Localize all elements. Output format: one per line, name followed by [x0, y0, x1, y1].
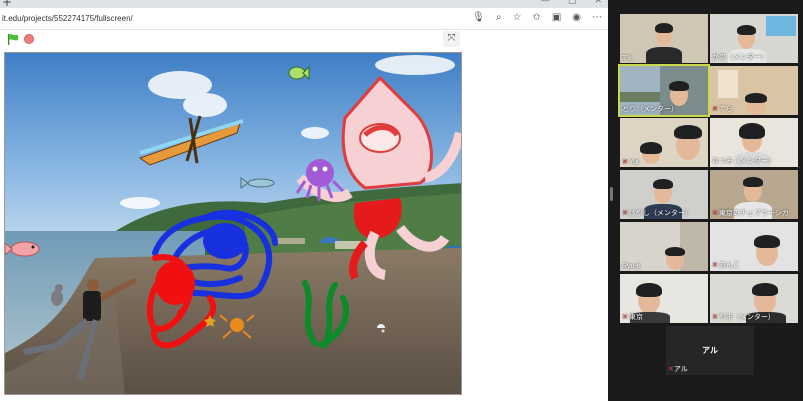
participant-tile[interactable]: ✕東京のチェブラーシカ [710, 170, 798, 219]
participant-name: ✕Yui [622, 159, 639, 166]
mic-muted-icon: ✕ [622, 210, 628, 217]
participant-name: なつみ（メンター） [712, 158, 775, 165]
participant-name: ✕東京 [622, 314, 643, 321]
participant-tile[interactable]: ✕Yui [620, 118, 708, 167]
participant-name: ✕東京のチェブラーシカ [712, 210, 789, 217]
star-add-icon[interactable]: ☆ [512, 12, 521, 23]
mic-muted-icon: ✕ [712, 106, 718, 113]
participant-tile[interactable]: T k [620, 14, 708, 63]
browser-window: + — ▢ ✕ it.edu/projects/552274175/fullsc… [0, 0, 608, 401]
participant-name: ✕アル [668, 366, 688, 373]
gallery-resize-handle[interactable] [610, 187, 613, 201]
participant-tile[interactable]: とり（メンター） [618, 64, 710, 117]
stop-icon[interactable] [24, 34, 34, 44]
small-buoy [381, 329, 385, 333]
address-bar-icons: 🎙 ⌕ ☆ ✩ ▣ ◉ ⋯ [472, 12, 602, 23]
participant-name: Ryu-ji [622, 263, 640, 270]
stage-canvas[interactable] [5, 53, 462, 395]
participant-name: とり（メンター） [622, 106, 678, 113]
participant-name: ✕あんこ [712, 262, 740, 269]
participant-name: ✕てら [712, 106, 733, 113]
participant-tile[interactable]: ✕やま（メンター） [710, 274, 798, 323]
scratch-controls [0, 30, 608, 50]
mic-muted-icon: ✕ [622, 159, 628, 166]
participant-name: ✕はやし（メンター） [622, 210, 692, 217]
url-text[interactable]: it.edu/projects/552274175/fullscreen/ [2, 14, 133, 23]
participant-tile-camera-off[interactable]: アル ✕アル [666, 326, 754, 375]
participant-name: かの（メンター） [712, 54, 768, 61]
maximize-button[interactable]: ▢ [568, 0, 577, 6]
more-icon[interactable]: ⋯ [592, 12, 602, 23]
window-controls: — ▢ ✕ [541, 0, 602, 6]
exit-fullscreen-button[interactable]: ⤧ [443, 31, 460, 47]
scratch-stage[interactable] [4, 52, 462, 395]
profile-icon[interactable]: ◉ [572, 12, 581, 23]
mic-muted-icon: ✕ [712, 262, 718, 269]
mic-muted-icon: ✕ [622, 314, 628, 321]
participant-display-name: アル [702, 346, 718, 355]
search-icon[interactable]: ⌕ [496, 12, 502, 23]
participant-name: ✕やま（メンター） [712, 314, 775, 321]
participant-name: T k [622, 55, 632, 62]
close-button[interactable]: ✕ [594, 0, 602, 6]
participant-tile[interactable]: かの（メンター） [710, 14, 798, 63]
favorites-icon[interactable]: ✩ [532, 12, 540, 23]
address-bar[interactable]: it.edu/projects/552274175/fullscreen/ 🎙 … [0, 8, 608, 30]
participant-tile[interactable]: ✕東京 [620, 274, 708, 323]
minimize-button[interactable]: — [541, 0, 550, 6]
participant-tile[interactable]: ✕てら [710, 66, 798, 115]
mic-icon[interactable]: 🎙 [472, 12, 485, 23]
participant-tile[interactable]: Ryu-ji [620, 222, 708, 271]
participant-tile[interactable]: なつみ（メンター） [710, 118, 798, 167]
tab-strip: + — ▢ ✕ [0, 0, 608, 9]
mic-muted-icon: ✕ [712, 210, 718, 217]
green-flag-icon[interactable] [7, 33, 19, 45]
participant-tile[interactable]: ✕はやし（メンター） [620, 170, 708, 219]
participant-tile[interactable]: ✕あんこ [710, 222, 798, 271]
mic-muted-icon: ✕ [712, 314, 718, 321]
collections-icon[interactable]: ▣ [552, 12, 561, 23]
